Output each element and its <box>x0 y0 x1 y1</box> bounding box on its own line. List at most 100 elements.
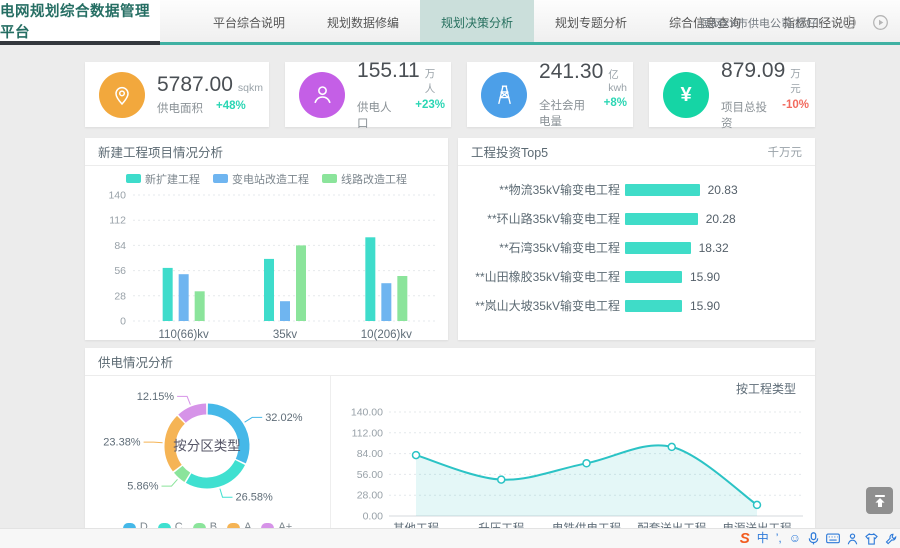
top5-list: **物流35kV输变电工程20.83**环山路35kV输变电工程20.28**石… <box>458 166 815 320</box>
panel-supply-analysis: 供电情况分析 32.02%26.58%5.86%23.38%12.15%按分区类… <box>85 348 815 535</box>
svg-text:140: 140 <box>108 190 126 202</box>
svg-text:140.00: 140.00 <box>351 407 383 419</box>
top5-value: 18.32 <box>699 241 729 255</box>
sogou-logo-icon[interactable]: S <box>740 530 750 547</box>
top5-row: **石湾35kV输变电工程 18.32 <box>458 233 815 262</box>
line-chart-area: 0.0028.0056.0084.00112.00140.00其他工程升压工程电… <box>331 376 815 536</box>
bar-新扩建工程[interactable] <box>264 259 274 321</box>
bar-legend: 新扩建工程 变电站改造工程 线路改造工程 <box>85 170 448 187</box>
punctuation-icon[interactable]: ’, <box>776 530 782 547</box>
bar-线路改造工程[interactable] <box>296 245 306 321</box>
bar-新扩建工程[interactable] <box>365 237 375 321</box>
top5-label: **石湾35kV输变电工程 <box>458 239 620 256</box>
legend-label: 变电站改造工程 <box>232 171 309 187</box>
bar-变电站改造工程[interactable] <box>280 301 290 321</box>
line-point[interactable] <box>754 501 761 508</box>
grouped-bar-chart[interactable]: 0285684112140110(66)kv35kv10(206)kv <box>85 187 448 343</box>
nav-tab-规划决策分析[interactable]: 规划决策分析 <box>420 0 534 45</box>
bar-新扩建工程[interactable] <box>163 268 173 321</box>
legend-swatch <box>322 174 337 183</box>
scroll-to-top-button[interactable] <box>866 487 893 514</box>
top5-bar[interactable] <box>625 213 698 225</box>
top5-row: **岚山大坡35kV输变电工程15.90 <box>458 291 815 320</box>
voice-input-icon[interactable] <box>808 532 819 545</box>
donut-segment-C[interactable] <box>189 463 241 483</box>
emoji-icon[interactable]: ☺ <box>789 530 801 547</box>
kpi-card-项目总投资: ¥879.09万元项目总投资-10% <box>649 62 815 127</box>
kpi-card-全社会用电量: 241.30亿kwh全社会用电量+8% <box>467 62 633 127</box>
svg-text:112: 112 <box>109 215 126 227</box>
bar-变电站改造工程[interactable] <box>179 274 189 321</box>
legend-swatch <box>213 174 228 183</box>
line-point[interactable] <box>668 443 675 450</box>
legend-swatch <box>126 174 141 183</box>
panel-new-projects-header: 新建工程项目情况分析 <box>85 138 448 166</box>
header: 电网规划综合数据管理平台 平台综合说明规划数据修编规划决策分析规划专题分析综合信… <box>0 0 900 45</box>
top5-label: **物流35kV输变电工程 <box>458 181 620 198</box>
line-chart[interactable]: 0.0028.0056.0084.00112.00140.00其他工程升压工程电… <box>331 376 815 536</box>
account-icon[interactable] <box>847 533 858 545</box>
svg-text:56: 56 <box>114 265 126 277</box>
bottom-bar: S中 ’, ☺ <box>0 528 900 548</box>
panel-title: 供电情况分析 <box>98 352 173 371</box>
kpi-label: 供电人口 <box>357 99 402 131</box>
svg-text:110(66)kv: 110(66)kv <box>159 329 210 341</box>
dashboard-page: { "header": { "app_title": "电网规划综合数据管理平台… <box>0 0 900 548</box>
donut-segment-B[interactable] <box>178 469 187 477</box>
legend-item-线路改造工程[interactable]: 线路改造工程 <box>322 171 407 187</box>
top5-bar[interactable] <box>625 300 682 312</box>
panel-new-projects: 新建工程项目情况分析 新扩建工程变电站改造工程线路改造工程 0285684112… <box>85 138 448 340</box>
line-point[interactable] <box>413 452 420 459</box>
play-button-icon[interactable] <box>870 13 890 33</box>
svg-text:84.00: 84.00 <box>357 448 383 460</box>
top5-row: **环山路35kV输变电工程20.28 <box>458 204 815 233</box>
header-right: 国网XX市供电公司,您好！ <box>700 0 890 45</box>
line-point[interactable] <box>583 460 590 467</box>
donut-chart[interactable]: 32.02%26.58%5.86%23.38%12.15%按分区类型 <box>85 376 330 514</box>
panel-title: 工程投资Top5 <box>471 142 548 161</box>
kpi-unit: 万人 <box>425 66 445 96</box>
panel-investment-top5: 工程投资Top5 千万元 **物流35kV输变电工程20.83**环山路35kV… <box>458 138 815 340</box>
top5-bar[interactable] <box>625 184 700 196</box>
toolbox-icon[interactable] <box>885 533 897 545</box>
bar-线路改造工程[interactable] <box>195 291 205 321</box>
svg-text:84: 84 <box>114 240 126 252</box>
kpi-change: +23% <box>415 99 445 131</box>
top5-label: **山田橡胶35kV输变电工程 <box>458 268 620 285</box>
bar-变电站改造工程[interactable] <box>381 283 391 321</box>
chinese-mode-icon[interactable]: 中 <box>757 530 769 547</box>
power-button-icon[interactable] <box>839 13 859 33</box>
legend-item-变电站改造工程[interactable]: 变电站改造工程 <box>213 171 309 187</box>
top5-label: **环山路35kV输变电工程 <box>458 210 620 227</box>
nav-tab-规划专题分析[interactable]: 规划专题分析 <box>534 0 648 45</box>
kpi-card-供电面积: 5787.00sqkm供电面积+48% <box>85 62 269 127</box>
bar-线路改造工程[interactable] <box>397 276 407 321</box>
panel-investment-header: 工程投资Top5 千万元 <box>458 138 815 166</box>
user-greeting: 国网XX市供电公司,您好！ <box>700 15 828 31</box>
nav-tab-平台综合说明[interactable]: 平台综合说明 <box>192 0 306 45</box>
nav-tab-规划数据修编[interactable]: 规划数据修编 <box>306 0 420 45</box>
legend-label: 线路改造工程 <box>341 171 407 187</box>
top5-row: **物流35kV输变电工程20.83 <box>458 175 815 204</box>
line-chart-type-label: 按工程类型 <box>736 381 796 396</box>
top5-bar[interactable] <box>625 242 691 254</box>
top5-row: **山田橡胶35kV输变电工程 15.90 <box>458 262 815 291</box>
yen-icon: ¥ <box>663 72 709 118</box>
donut-segment-A+[interactable] <box>182 409 206 419</box>
kpi-label: 全社会用电量 <box>539 97 591 129</box>
legend-item-新扩建工程[interactable]: 新扩建工程 <box>126 171 200 187</box>
ime-toolbar: S中 ’, ☺ <box>740 530 897 547</box>
kpi-value: 879.09 <box>721 59 785 83</box>
top5-value: 15.90 <box>690 270 720 284</box>
kpi-label: 供电面积 <box>157 100 203 116</box>
kpi-unit: sqkm <box>238 82 263 94</box>
line-point[interactable] <box>498 476 505 483</box>
tower-icon <box>481 72 527 118</box>
top5-bar[interactable] <box>625 271 682 283</box>
svg-text:112.00: 112.00 <box>352 427 383 439</box>
skin-icon[interactable] <box>865 533 878 545</box>
kpi-value: 241.30 <box>539 60 603 84</box>
panel-title: 新建工程项目情况分析 <box>98 142 223 161</box>
soft-keyboard-icon[interactable] <box>826 533 840 544</box>
svg-text:0.00: 0.00 <box>363 511 384 523</box>
